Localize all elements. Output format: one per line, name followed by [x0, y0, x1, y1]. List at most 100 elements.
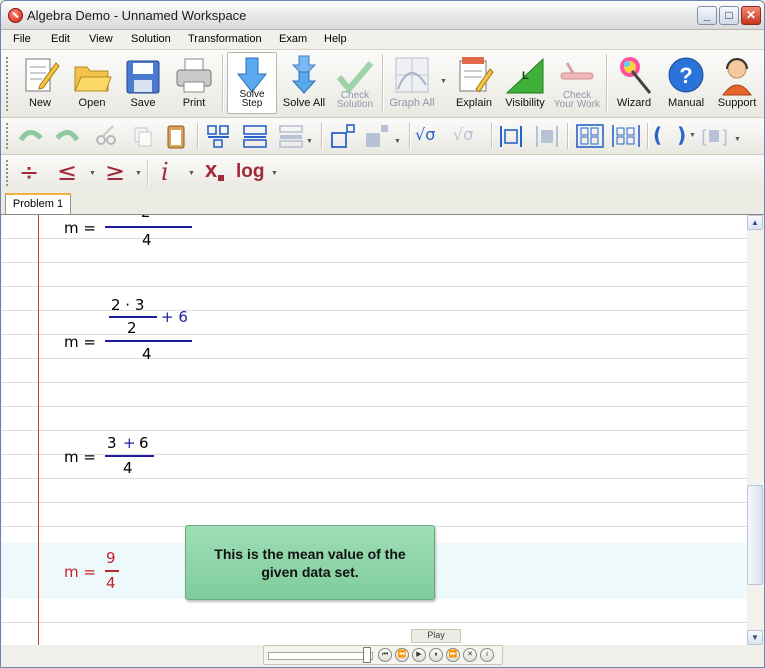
manual-button[interactable]: ? Manual	[662, 52, 710, 114]
parentheses-icon[interactable]: ( )	[653, 123, 690, 147]
mixed-fraction-icon[interactable]: ▼	[277, 123, 313, 149]
play-icon[interactable]: ▶	[412, 648, 426, 662]
maximize-button[interactable]: □	[719, 6, 739, 25]
step-1-numerator: 2	[141, 215, 151, 221]
visibility-button[interactable]: L Visibility	[501, 52, 549, 114]
support-button[interactable]: Support	[713, 52, 761, 114]
variable-icon[interactable]: x	[205, 157, 217, 183]
step-2-fraction-bar	[105, 340, 192, 342]
menu-help[interactable]: Help	[324, 33, 347, 45]
rewind-icon[interactable]: ⏪	[395, 648, 409, 662]
constants-dropdown-arrow-icon[interactable]: ▼	[188, 170, 195, 177]
callout-line-2: given data set.	[261, 564, 359, 580]
svg-text:▼: ▼	[394, 138, 401, 145]
solve-all-label: Solve All	[282, 97, 326, 109]
check-solution-button[interactable]: Check Solution	[332, 52, 378, 114]
step-1-denominator: 4	[142, 231, 152, 249]
scroll-down-button[interactable]: ▼	[747, 630, 763, 645]
stacked-fraction-icon[interactable]	[241, 123, 269, 149]
relation-dropdown-arrow-icon-2[interactable]: ▼	[135, 170, 142, 177]
open-label: Open	[78, 97, 106, 109]
open-folder-icon	[74, 66, 112, 92]
fraction-template-icon[interactable]	[205, 123, 233, 149]
playback-slider-knob[interactable]	[363, 647, 371, 663]
menu-exam[interactable]: Exam	[279, 33, 307, 45]
toolbar-grip[interactable]	[5, 56, 9, 112]
variable-subscript-marker	[218, 175, 224, 181]
solve-all-button[interactable]: Solve All	[280, 52, 328, 114]
skip-start-icon[interactable]: ⏮	[378, 648, 392, 662]
matrix-grid-alt-icon[interactable]	[611, 123, 641, 149]
pause-icon[interactable]: ⏸	[429, 648, 443, 662]
divide-operator-icon[interactable]: ÷	[19, 158, 39, 186]
graph-dropdown-arrow-icon[interactable]: ▼	[440, 78, 447, 85]
step-1-lhs: m =	[64, 219, 96, 237]
playback-slider-track[interactable]	[268, 652, 373, 660]
copy-icon[interactable]	[129, 124, 155, 148]
wizard-button[interactable]: Wizard	[610, 52, 658, 114]
step-2-inner-numerator: 2 · 3	[111, 296, 145, 314]
sqrt-template-icon[interactable]: √σ	[415, 125, 435, 144]
fast-forward-icon[interactable]: ⏩	[446, 648, 460, 662]
toolbar-grip[interactable]	[5, 159, 9, 187]
save-button[interactable]: Save	[120, 52, 166, 114]
matrix-grid-icon[interactable]	[575, 123, 605, 149]
menu-file[interactable]: File	[13, 33, 31, 45]
tab-problem-1[interactable]: Problem 1	[5, 193, 71, 214]
step-3-numerator-b: 6	[139, 434, 149, 452]
power-template-icon[interactable]: ▼	[363, 123, 403, 149]
scroll-thumb[interactable]	[747, 485, 763, 585]
explain-button[interactable]: Explain	[451, 52, 497, 114]
toolbar-grip[interactable]	[5, 122, 9, 150]
redo-icon[interactable]	[53, 124, 81, 146]
toolbar-separator	[321, 123, 323, 149]
solve-step-button[interactable]: Solve Step	[227, 52, 277, 114]
menu-view[interactable]: View	[89, 33, 113, 45]
log-function-icon[interactable]: log	[236, 161, 265, 183]
info-icon[interactable]: i	[480, 648, 494, 662]
toolbar-separator	[382, 54, 384, 112]
cut-icon[interactable]	[93, 124, 119, 148]
stop-icon[interactable]: ✕	[463, 648, 477, 662]
manual-label: Manual	[667, 97, 705, 109]
undo-icon[interactable]	[17, 124, 45, 146]
graph-all-button[interactable]: Graph All	[386, 52, 438, 114]
vertical-scrollbar[interactable]: ▲ ▼	[747, 215, 764, 645]
menu-edit[interactable]: Edit	[51, 33, 70, 45]
margin-line	[38, 215, 39, 645]
callout-line-1: This is the mean value of the	[214, 546, 406, 562]
print-button[interactable]: Print	[171, 52, 217, 114]
menu-bar: File Edit View Solution Transformation E…	[1, 30, 764, 50]
paste-icon[interactable]	[163, 122, 189, 150]
menu-solution[interactable]: Solution	[131, 33, 171, 45]
imaginary-unit-icon[interactable]: i	[161, 158, 169, 186]
check-your-work-button[interactable]: Check Your Work	[552, 52, 602, 114]
explanation-callout: This is the mean value of the given data…	[185, 525, 435, 600]
open-button[interactable]: Open	[69, 52, 115, 114]
parentheses-dropdown-arrow-icon[interactable]: ▼	[689, 132, 696, 139]
support-label: Support	[717, 97, 757, 109]
new-button[interactable]: New	[17, 52, 63, 114]
relation-dropdown-arrow-icon[interactable]: ▼	[89, 170, 96, 177]
close-button[interactable]: ✕	[741, 6, 761, 25]
matrix-bracket-icon[interactable]	[533, 123, 561, 149]
menu-transformation[interactable]: Transformation	[188, 33, 262, 45]
minimize-button[interactable]: _	[697, 6, 717, 25]
graph-icon	[395, 57, 429, 93]
functions-dropdown-arrow-icon[interactable]: ▼	[271, 170, 278, 177]
title-bar: Algebra Demo - Unnamed Workspace _ □ ✕	[1, 1, 764, 30]
exponent-template-icon[interactable]	[329, 123, 357, 149]
less-equal-operator-icon[interactable]: ≤	[57, 158, 77, 186]
absolute-value-icon[interactable]	[497, 123, 525, 149]
scroll-up-button[interactable]: ▲	[747, 215, 763, 230]
bracket-template-icon[interactable]: [] ▼	[699, 123, 743, 149]
play-label[interactable]: Play	[411, 629, 461, 643]
step-2-inner-denominator: 2	[127, 319, 137, 337]
main-toolbar: New Open Save Print Solve Step Solve All …	[1, 50, 764, 118]
svg-text:[: [	[701, 127, 708, 148]
step-3-numerator-a: 3	[107, 434, 117, 452]
greater-equal-operator-icon[interactable]: ≥	[105, 158, 125, 186]
visibility-label: Visibility	[505, 97, 545, 109]
nth-root-template-icon[interactable]: √σ	[453, 125, 473, 144]
help-question-icon: ?	[668, 57, 704, 93]
